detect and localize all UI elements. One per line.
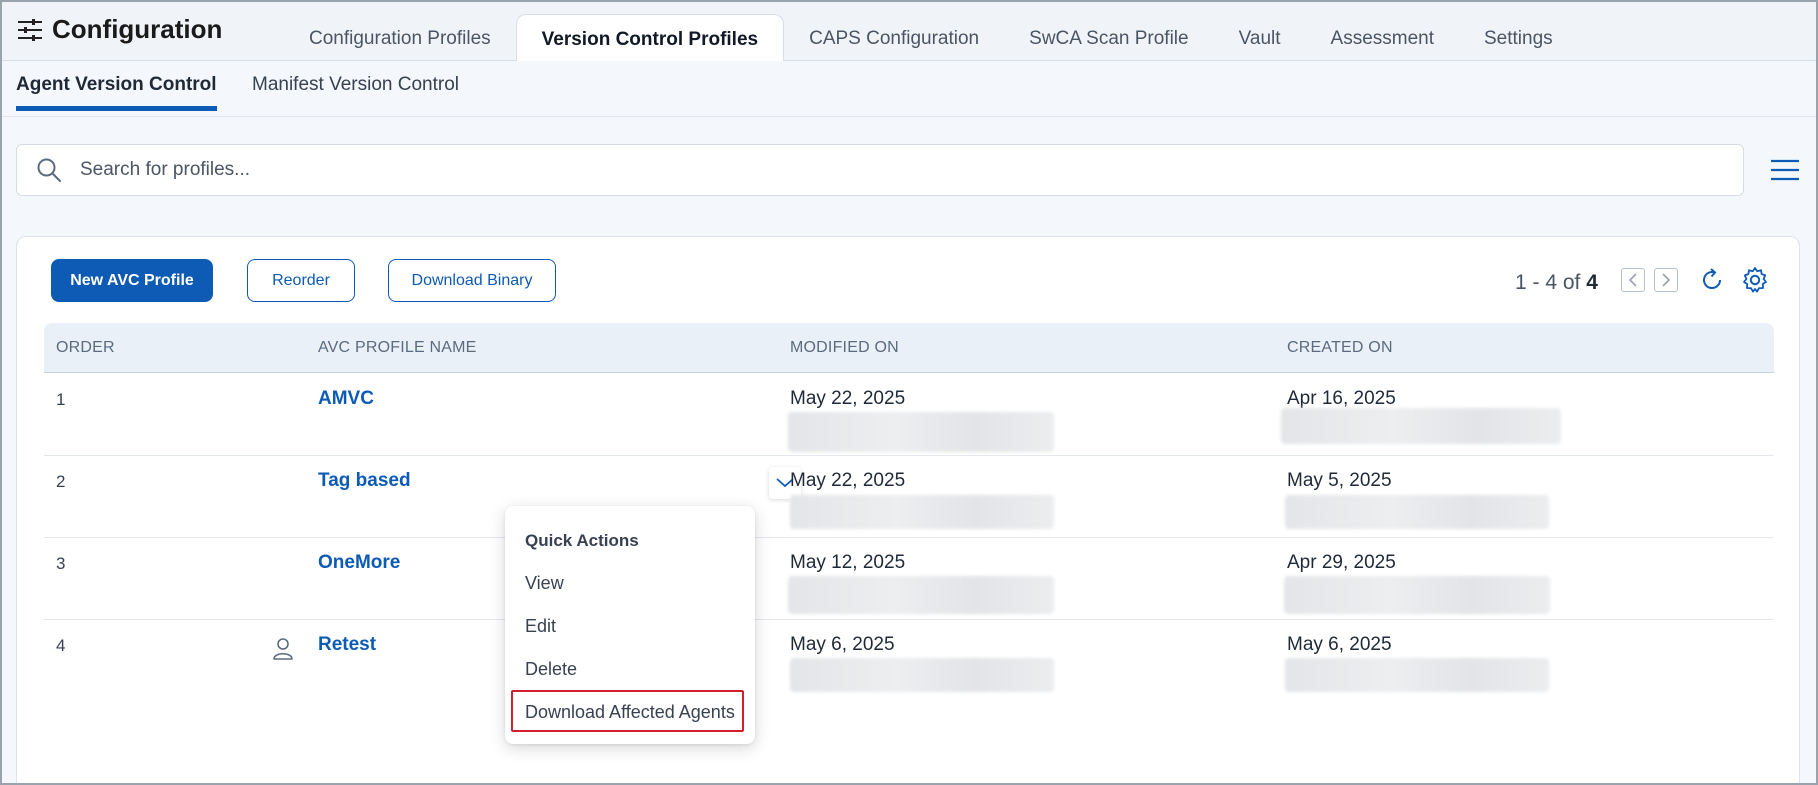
row-order: 3: [56, 554, 66, 573]
subtab-manifest-version-control[interactable]: Manifest Version Control: [252, 74, 459, 110]
table-row[interactable]: 1 AMVC May 22, 2025 Apr 16, 2025: [44, 374, 1774, 456]
column-created-on: CREATED ON: [1287, 339, 1393, 356]
redacted-time: [1284, 576, 1550, 614]
search-input[interactable]: [80, 159, 1680, 181]
quick-actions-title: Quick Actions: [525, 531, 639, 550]
modified-date: May 12, 2025: [790, 552, 906, 573]
sliders-icon: [18, 18, 42, 41]
download-binary-button[interactable]: Download Binary: [388, 259, 556, 302]
refresh-icon[interactable]: [1699, 267, 1725, 293]
column-order: ORDER: [56, 339, 115, 356]
modified-date: May 6, 2025: [790, 634, 895, 655]
table-row[interactable]: 2 Tag based May 22, 2025 May 5, 2025: [44, 456, 1774, 538]
profiles-card: New AVC Profile Reorder Download Binary …: [16, 236, 1800, 783]
menu-icon[interactable]: [1770, 159, 1800, 181]
prev-page-button[interactable]: [1621, 268, 1645, 292]
tab-settings[interactable]: Settings: [1459, 14, 1578, 61]
sub-tabs: Agent Version Control Manifest Version C…: [2, 61, 1816, 117]
menu-item-delete[interactable]: Delete: [525, 659, 577, 680]
redacted-time: [790, 658, 1054, 692]
modified-date: May 22, 2025: [790, 470, 906, 491]
created-date: May 5, 2025: [1287, 470, 1392, 491]
redacted-time: [1285, 658, 1549, 692]
row-order: 1: [56, 390, 66, 409]
created-date: May 6, 2025: [1287, 634, 1392, 655]
main-tabs: Configuration Profiles Version Control P…: [284, 14, 1578, 63]
redacted-time: [788, 412, 1054, 452]
chevron-left-icon: [1628, 273, 1637, 287]
redacted-time: [1285, 495, 1549, 529]
tab-vault[interactable]: Vault: [1214, 14, 1306, 61]
app-window: Configuration Configuration Profiles Ver…: [0, 0, 1818, 785]
new-avc-profile-button[interactable]: New AVC Profile: [51, 259, 213, 302]
pagination-total: 4: [1586, 271, 1598, 294]
profile-name-link[interactable]: AMVC: [318, 388, 374, 410]
page-title: Configuration: [52, 14, 223, 44]
user-icon: [273, 638, 293, 660]
column-avc-profile-name: AVC PROFILE NAME: [318, 339, 477, 356]
table-row[interactable]: 4 Retest May 6, 2025 May 6, 2025: [44, 620, 1774, 702]
modified-date: May 22, 2025: [790, 388, 906, 409]
top-header: Configuration Configuration Profiles Ver…: [2, 2, 1816, 63]
tab-assessment[interactable]: Assessment: [1306, 14, 1459, 61]
column-modified-on: MODIFIED ON: [790, 339, 899, 356]
gear-icon[interactable]: [1741, 266, 1769, 294]
redacted-time: [790, 495, 1054, 529]
next-page-button[interactable]: [1654, 268, 1678, 292]
profile-name-link[interactable]: OneMore: [318, 552, 400, 574]
created-date: Apr 16, 2025: [1287, 388, 1396, 409]
chevron-right-icon: [1662, 273, 1671, 287]
tab-swca-scan-profile[interactable]: SwCA Scan Profile: [1004, 14, 1213, 61]
table-header: ORDER AVC PROFILE NAME MODIFIED ON CREAT…: [44, 323, 1774, 373]
redacted-time: [1281, 408, 1561, 444]
menu-item-edit[interactable]: Edit: [525, 616, 556, 637]
tab-version-control-profiles[interactable]: Version Control Profiles: [515, 14, 785, 63]
table-row[interactable]: 3 OneMore May 12, 2025 Apr 29, 2025: [44, 538, 1774, 620]
pagination-text: 1 - 4 of 4: [1515, 271, 1598, 295]
tab-configuration-profiles[interactable]: Configuration Profiles: [284, 14, 516, 61]
created-date: Apr 29, 2025: [1287, 552, 1396, 573]
profile-name-link[interactable]: Retest: [318, 634, 376, 656]
search-bar: [16, 144, 1744, 196]
menu-item-download-affected-agents[interactable]: Download Affected Agents: [525, 702, 735, 723]
tab-caps-configuration[interactable]: CAPS Configuration: [784, 14, 1004, 61]
redacted-time: [788, 576, 1054, 614]
row-order: 2: [56, 472, 66, 491]
menu-item-view[interactable]: View: [525, 573, 564, 594]
reorder-button[interactable]: Reorder: [247, 259, 355, 302]
row-order: 4: [56, 636, 66, 655]
pagination-range: 1 - 4 of: [1515, 271, 1581, 294]
subtab-agent-version-control[interactable]: Agent Version Control: [16, 74, 217, 111]
search-icon: [37, 158, 61, 182]
app-title-group: Configuration: [17, 14, 222, 45]
quick-actions-menu: Quick Actions View Edit Delete Download …: [505, 506, 755, 744]
profile-name-link[interactable]: Tag based: [318, 470, 411, 492]
